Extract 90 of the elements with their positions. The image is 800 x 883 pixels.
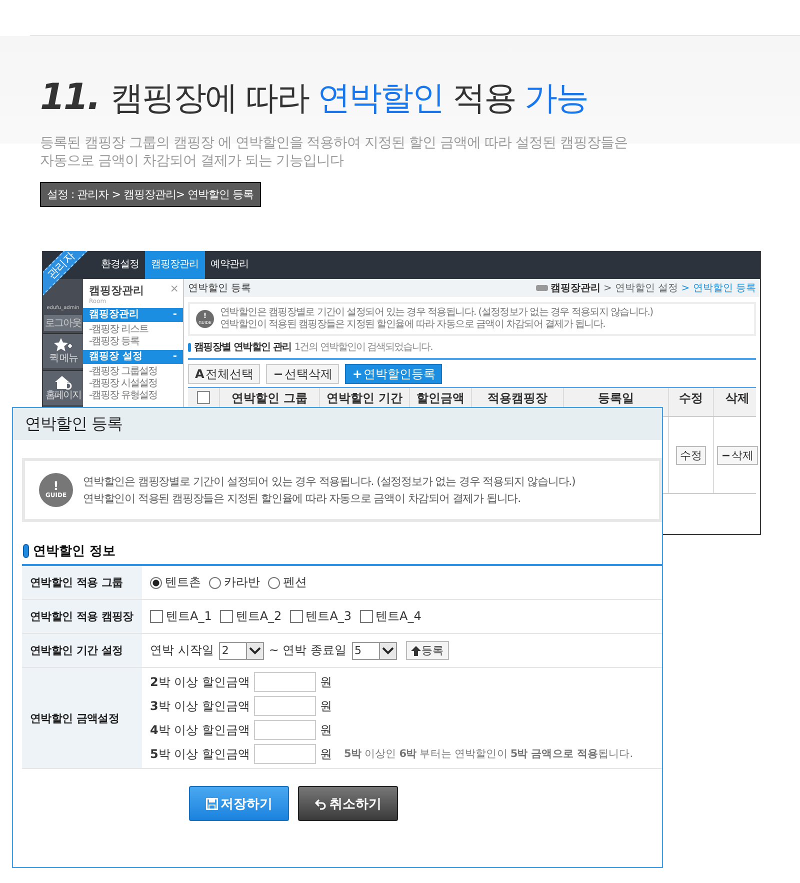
chevron-down-icon bbox=[382, 646, 394, 654]
amount-input[interactable] bbox=[254, 672, 316, 692]
column-header: 연박할인 그룹 bbox=[231, 391, 308, 405]
amount-input[interactable] bbox=[254, 720, 316, 740]
amount-label: 4박 이상 할인금액 bbox=[150, 722, 250, 738]
quick-menu-tile[interactable]: 퀵 메뉴 bbox=[43, 333, 83, 368]
menu-item[interactable]: -캠핑장 그룹설정 bbox=[89, 366, 183, 378]
result-count: 1건의 연박할인이 검색되었습니다. bbox=[294, 341, 432, 354]
note-text: 5박 이상인 6박 부터는 연박할인이 5박 금액으로 적용됩니다. bbox=[344, 747, 633, 761]
checkbox[interactable] bbox=[360, 610, 373, 623]
section-title: 연박할인 정보 bbox=[33, 543, 116, 560]
toolbar-button[interactable]: A전체선택 bbox=[188, 364, 260, 384]
dialog-title: 연박할인 등록 bbox=[25, 414, 123, 434]
end-label: ~ 연박 종료일 bbox=[268, 642, 347, 659]
page-title: 연박할인 등록 bbox=[188, 282, 252, 295]
option-label: 텐트A_2 bbox=[236, 608, 282, 625]
option-label: 텐트촌 bbox=[165, 574, 201, 591]
radio-button[interactable] bbox=[209, 576, 221, 588]
edit-button[interactable]: 수정 bbox=[676, 446, 706, 464]
logout-button[interactable]: 로그아웃 bbox=[44, 315, 82, 331]
delete-button[interactable]: −삭제 bbox=[717, 446, 758, 464]
unit-label: 원 bbox=[320, 746, 332, 762]
return-arrow-icon bbox=[314, 798, 326, 810]
checkbox[interactable] bbox=[290, 610, 303, 623]
register-button[interactable]: 등록 bbox=[406, 641, 449, 660]
field-label: 연박할인 기간 설정 bbox=[22, 634, 142, 667]
column-header: 수정 bbox=[679, 391, 703, 405]
nav-tab[interactable]: 환경설정 bbox=[95, 251, 145, 279]
checkbox[interactable] bbox=[220, 610, 233, 623]
unit-label: 원 bbox=[320, 674, 332, 690]
menu-item[interactable]: -캠핑장 유형설정 bbox=[89, 390, 183, 402]
option-label: 텐트A_1 bbox=[166, 608, 212, 625]
column-header: 삭제 bbox=[726, 391, 750, 405]
path-label: 설정 : 관리자 > 캠핑장관리> 연박할인 등록 bbox=[40, 182, 261, 207]
star-icon bbox=[53, 337, 73, 353]
menu-section-header[interactable]: 캠핑장 설정 - bbox=[83, 350, 183, 364]
toolbar-button[interactable]: −선택삭제 bbox=[266, 364, 340, 384]
guide-text: 연박할인은 캠핑장별로 기간이 설정되어 있는 경우 적용됩니다. (설정정보가 없는 경우 적용되지 않습니다.) bbox=[83, 474, 576, 490]
menu-section-header[interactable]: 캠핑장관리 - bbox=[83, 308, 183, 322]
description-text: 등록된 캠핑장 그룹의 캠핑장 에 연박할인을 적용하여 지정된 할인 금액에 따라 설정된 캠핑장들은 bbox=[40, 134, 628, 152]
arrow-up-icon bbox=[410, 646, 421, 656]
menu-item[interactable]: -캠핑장 등록 bbox=[89, 336, 183, 348]
column-header: 연박할인 기간 bbox=[326, 391, 403, 405]
close-button[interactable]: × bbox=[170, 283, 179, 298]
option-label: 텐트A_4 bbox=[376, 608, 422, 625]
column-header: 할인금액 bbox=[416, 391, 464, 405]
homepage-tile[interactable]: 홈페이지 bbox=[43, 370, 83, 405]
section-marker-icon bbox=[23, 544, 29, 558]
guide-text: 연박할인은 캠핑장별로 기간이 설정되어 있는 경우 적용됩니다. (설정정보가 없는 경우 적용되지 않습니다.) bbox=[220, 307, 653, 319]
column-header: 등록일 bbox=[598, 391, 634, 405]
column-header: 적용캠핑장 bbox=[488, 391, 548, 405]
amount-label: 3박 이상 할인금액 bbox=[150, 698, 250, 714]
end-select[interactable]: 5 bbox=[352, 642, 397, 660]
save-button[interactable]: 저장하기 bbox=[189, 786, 289, 821]
page-heading: 11. 캠핑장에 따라 연박할인 적용 가능 bbox=[40, 76, 588, 120]
radio-button[interactable] bbox=[268, 576, 280, 588]
menu-item[interactable]: -캠핑장 시설설정 bbox=[89, 378, 183, 390]
unit-label: 원 bbox=[320, 698, 332, 714]
option-label: 텐트A_3 bbox=[306, 608, 352, 625]
house-icon bbox=[53, 374, 73, 390]
breadcrumb-link[interactable]: 캠핑장관리 bbox=[550, 281, 600, 295]
breadcrumb-link[interactable]: > 연박할인 설정 bbox=[604, 281, 678, 295]
floppy-icon bbox=[206, 798, 218, 810]
amount-label: 5박 이상 할인금액 bbox=[150, 746, 250, 762]
start-select[interactable]: 2 bbox=[218, 642, 264, 660]
option-label: 펜션 bbox=[283, 574, 307, 591]
start-label: 연박 시작일 bbox=[150, 642, 214, 659]
amount-input[interactable] bbox=[254, 696, 316, 716]
select-all-checkbox[interactable] bbox=[197, 391, 210, 404]
guide-text: 연박할인이 적용된 캠핑장들은 지정된 할인율에 따라 자동으로 금액이 차감되어 결제가 됩니다. bbox=[220, 319, 606, 331]
field-label: 연박할인 적용 캠핑장 bbox=[22, 600, 142, 633]
field-label: 연박할인 적용 그룹 bbox=[22, 566, 142, 599]
panel-title: 캠핑장관리 bbox=[89, 283, 144, 298]
chevron-down-icon bbox=[248, 646, 261, 654]
amount-label: 2박 이상 할인금액 bbox=[150, 674, 250, 690]
field-label: 연박할인 금액설정 bbox=[22, 668, 142, 768]
nav-tab[interactable]: 캠핑장관리 bbox=[145, 251, 204, 279]
radio-button[interactable] bbox=[150, 576, 162, 588]
nav-tab[interactable]: 예약관리 bbox=[204, 251, 254, 279]
description-text: 자동으로 금액이 차감되어 결제가 되는 기능입니다 bbox=[40, 152, 345, 170]
amount-input[interactable] bbox=[254, 744, 316, 764]
toolbar-button[interactable]: +연박할인등록 bbox=[345, 364, 442, 384]
cancel-button[interactable]: 취소하기 bbox=[298, 786, 398, 821]
option-label: 카라반 bbox=[224, 574, 260, 591]
breadcrumb-link[interactable]: > 연박할인 등록 bbox=[681, 281, 756, 295]
menu-item[interactable]: -캠핑장 리스트 bbox=[89, 324, 183, 336]
list-title: 캠핑장별 연박할인 관리 bbox=[194, 341, 292, 354]
guide-text: 연박할인이 적용된 캠핑장들은 지정된 할인율에 따라 자동으로 금액이 차감되어 결제가 됩니다. bbox=[83, 491, 522, 507]
unit-label: 원 bbox=[320, 722, 332, 738]
checkbox[interactable] bbox=[150, 610, 163, 623]
